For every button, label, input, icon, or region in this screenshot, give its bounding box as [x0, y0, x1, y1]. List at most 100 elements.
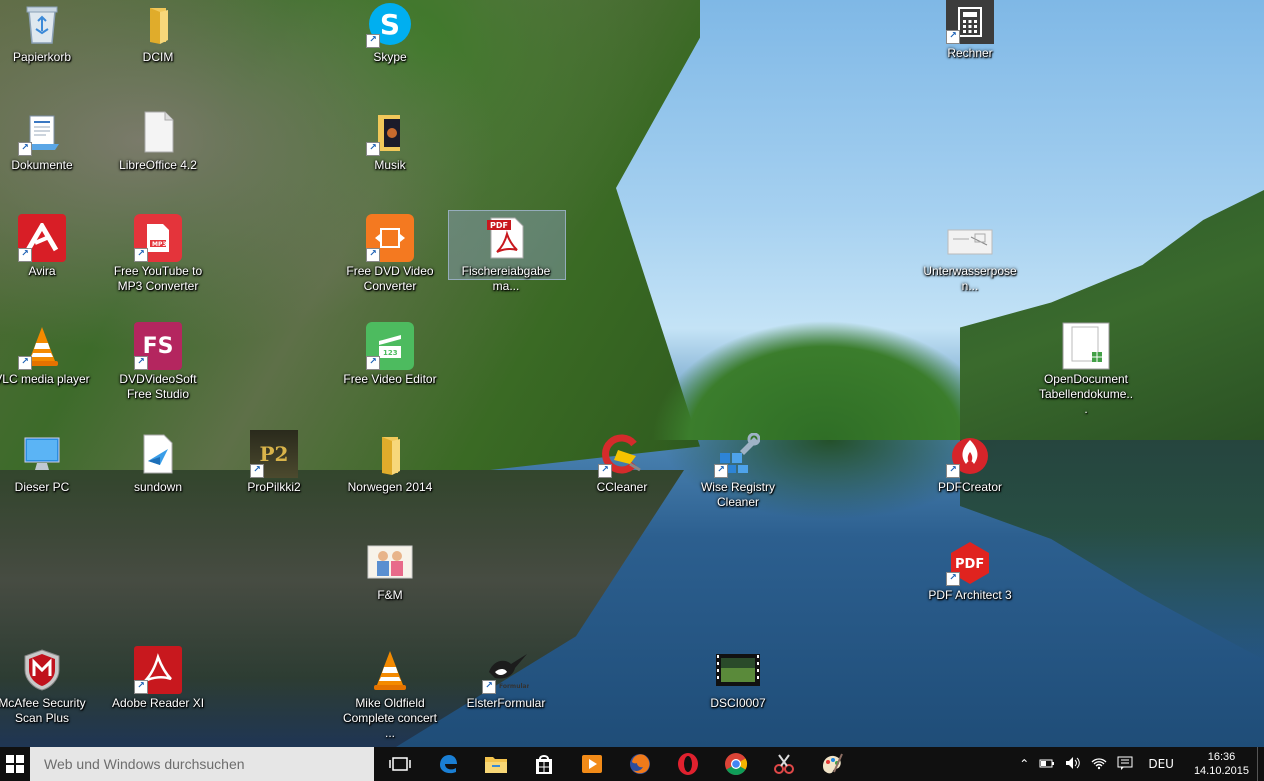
desktop-icon-ccleaner[interactable]: ↗ CCleaner	[574, 430, 670, 495]
desktop-icon-libreoffice[interactable]: LibreOffice 4.2	[110, 108, 206, 173]
icon-label: Mike Oldfield Complete concert ...	[342, 696, 438, 740]
desktop-icon-dokumente[interactable]: ↗ Dokumente	[0, 108, 90, 173]
desktop-icon-skype[interactable]: S ↗ Skype	[342, 0, 438, 65]
vlc-icon: ↗	[18, 322, 66, 370]
desktop-icon-wise-registry[interactable]: ↗ Wise Registry Cleaner	[690, 430, 786, 510]
desktop-icon-free-video-editor[interactable]: 123 ↗ Free Video Editor	[342, 322, 438, 387]
icon-label: ProPilkki2	[247, 480, 301, 494]
desktop-icon-norwegen-2014[interactable]: Norwegen 2014	[342, 430, 438, 495]
image-file-icon	[946, 222, 994, 262]
icon-label: PDF Architect 3	[928, 588, 1012, 602]
svg-text:MP3: MP3	[152, 241, 167, 248]
taskbar-snipping-tool[interactable]	[760, 747, 808, 781]
show-desktop-button[interactable]	[1257, 747, 1264, 781]
shortcut-arrow-icon: ↗	[134, 356, 148, 370]
icon-label: Dokumente	[11, 158, 73, 172]
desktop-icon-dvdvideosoft[interactable]: FS ↗ DVDVideoSoft Free Studio	[110, 322, 206, 402]
shortcut-arrow-icon: ↗	[366, 248, 380, 262]
windows-logo-icon	[6, 755, 24, 773]
taskbar-media-player[interactable]	[568, 747, 616, 781]
icon-label: PDFCreator	[937, 480, 1002, 494]
svg-text:Formular: Formular	[499, 683, 529, 690]
desktop-icon-dieser-pc[interactable]: Dieser PC	[0, 430, 90, 495]
shortcut-arrow-icon: ↗	[18, 248, 32, 262]
desktop-icon-adobe-reader[interactable]: ↗ Adobe Reader XI	[110, 646, 206, 711]
opera-icon	[678, 753, 698, 775]
desktop-icon-papierkorb[interactable]: Papierkorb	[0, 0, 90, 65]
desktop-icon-propilkki2[interactable]: P2 ↗ ProPilkki2	[226, 430, 322, 495]
task-view-button[interactable]	[376, 747, 424, 781]
desktop-icon-elsterformular[interactable]: Formular ↗ ElsterFormular	[458, 646, 554, 711]
photo-file-icon	[366, 538, 414, 586]
desktop-icon-fischereiabgabe[interactable]: PDF Fischereiabgabema...	[458, 214, 554, 294]
dvdvideosoft-icon: FS ↗	[134, 322, 182, 370]
taskbar-store[interactable]	[520, 747, 568, 781]
pdf-file-icon: PDF	[482, 214, 530, 262]
desktop-icon-mike-oldfield[interactable]: Mike Oldfield Complete concert ...	[342, 646, 438, 741]
icon-label: DVDVideoSoft Free Studio	[119, 372, 197, 401]
desktop-icon-fm[interactable]: F&M	[342, 538, 438, 603]
wifi-icon[interactable]	[1086, 756, 1112, 773]
clock[interactable]: 16:36 14.10.2015	[1184, 750, 1257, 778]
this-pc-icon	[18, 430, 66, 478]
desktop-icon-pdfcreator[interactable]: ↗ PDFCreator	[922, 430, 1018, 495]
system-tray: ⌃ DEU 16:36 14.10.2015	[1014, 747, 1264, 781]
propilkki-icon: P2 ↗	[250, 430, 298, 478]
adobe-reader-icon: ↗	[134, 646, 182, 694]
desktop-icon-dsci0007[interactable]: DSCI0007	[690, 646, 786, 711]
desktop-icon-sundown[interactable]: sundown	[110, 430, 206, 495]
folder-icon	[366, 430, 414, 478]
icon-label: Wise Registry Cleaner	[700, 480, 775, 509]
taskbar-file-explorer[interactable]	[472, 747, 520, 781]
chevron-up-icon[interactable]: ⌃	[1014, 757, 1034, 771]
shortcut-arrow-icon: ↗	[946, 572, 960, 586]
shortcut-arrow-icon: ↗	[18, 356, 32, 370]
desktop-icon-dcim[interactable]: DCIM	[110, 0, 206, 65]
desktop-icon-rechner[interactable]: ↗ Rechner	[922, 0, 1018, 61]
icon-label: Norwegen 2014	[347, 480, 433, 494]
shortcut-arrow-icon: ↗	[18, 142, 32, 156]
clock-date: 14.10.2015	[1193, 765, 1249, 777]
desktop-icon-vlc[interactable]: ↗ VLC media player	[0, 322, 90, 387]
taskbar-opera[interactable]	[664, 747, 712, 781]
search-box[interactable]: Web und Windows durchsuchen	[30, 747, 374, 781]
video-file-icon	[714, 646, 762, 694]
desktop-icon-mcafee[interactable]: McAfee Security Scan Plus	[0, 646, 90, 726]
battery-icon[interactable]	[1034, 757, 1060, 772]
snipping-icon	[774, 754, 794, 774]
start-button[interactable]	[0, 747, 30, 781]
desktop-icon-pdf-architect[interactable]: PDF ↗ PDF Architect 3	[922, 538, 1018, 603]
desktop-icon-unterwasserposen[interactable]: Unterwasserposen...	[922, 222, 1018, 294]
youtube-mp3-icon: MP3 ↗	[134, 214, 182, 262]
desktop-icon-opendocument[interactable]: OpenDocument Tabellendokume...	[1038, 322, 1134, 417]
mcafee-icon	[18, 646, 66, 694]
language-indicator[interactable]: DEU	[1138, 757, 1184, 771]
dvd-converter-icon: ↗	[366, 214, 414, 262]
shortcut-arrow-icon: ↗	[366, 142, 380, 156]
chrome-icon	[725, 753, 747, 775]
taskbar-paint[interactable]	[808, 747, 856, 781]
action-center-icon[interactable]	[1112, 756, 1138, 773]
taskbar-chrome[interactable]	[712, 747, 760, 781]
shortcut-arrow-icon: ↗	[250, 464, 264, 478]
icon-label: OpenDocument Tabellendokume...	[1038, 372, 1134, 416]
wallpaper-hill	[650, 320, 1000, 440]
desktop-icon-free-youtube-mp3[interactable]: MP3 ↗ Free YouTube to MP3 Converter	[110, 214, 206, 294]
desktop-icon-free-dvd-converter[interactable]: ↗ Free DVD Video Converter	[342, 214, 438, 294]
desktop-icon-musik[interactable]: ↗ Musik	[342, 108, 438, 173]
taskbar: Web und Windows durchsuchen ⌃ DEU 16:36 …	[0, 747, 1264, 781]
desktop-icon-avira[interactable]: ↗ Avira	[0, 214, 90, 279]
paint-icon	[823, 753, 843, 774]
icon-label: sundown	[133, 480, 183, 494]
icon-label: Rechner	[947, 46, 993, 60]
shortcut-arrow-icon: ↗	[714, 464, 728, 478]
taskbar-firefox[interactable]	[616, 747, 664, 781]
icon-label: Free DVD Video Converter	[346, 264, 434, 293]
icon-label: DSCI0007	[710, 696, 766, 710]
volume-icon[interactable]	[1060, 756, 1086, 773]
shortcut-arrow-icon: ↗	[482, 680, 496, 694]
taskbar-edge[interactable]	[424, 747, 472, 781]
shortcut-arrow-icon: ↗	[366, 356, 380, 370]
shortcut-arrow-icon: ↗	[366, 34, 380, 48]
avira-icon: ↗	[18, 214, 66, 262]
